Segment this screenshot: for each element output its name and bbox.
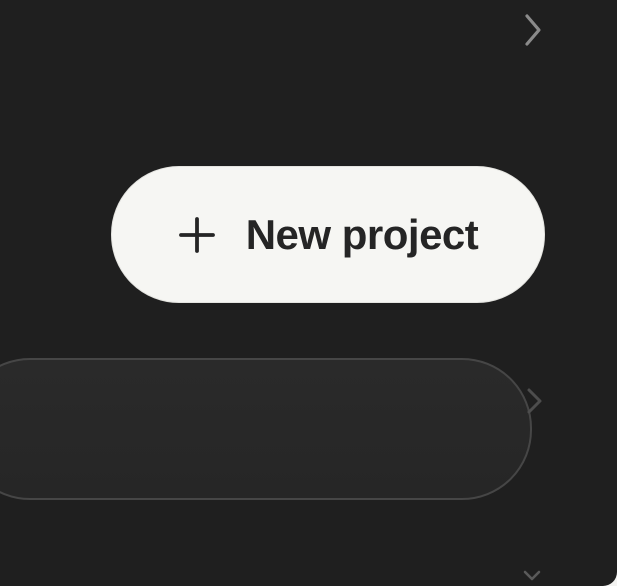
new-project-label: New project <box>245 210 479 258</box>
dark-panel: New project <box>0 0 617 586</box>
chevron-down-icon <box>520 568 544 586</box>
chevron-right-icon <box>524 384 546 418</box>
prompt-input-field[interactable] <box>0 358 532 500</box>
plus-icon <box>178 216 216 254</box>
new-project-button[interactable]: New project <box>111 166 545 303</box>
chevron-right-icon[interactable] <box>519 12 547 48</box>
